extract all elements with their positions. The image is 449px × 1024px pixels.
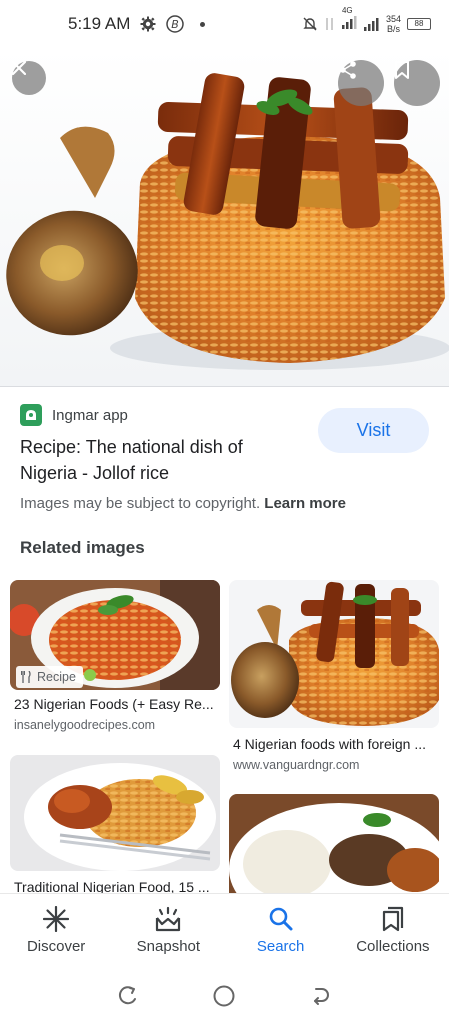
nav-snapshot-label: Snapshot [136,938,201,955]
related-image-card[interactable] [229,794,439,893]
hero-image[interactable] [0,48,449,386]
related-image-card[interactable]: Traditional Nigerian Food, 15 ... [10,755,220,893]
related-image-source: www.vanguardngr.com [233,758,360,772]
nav-snapshot[interactable]: Snapshot [112,894,224,967]
signal-bars-2-icon [363,18,379,31]
data-transfer-icon [326,18,333,30]
status-left-icons: B [140,15,206,33]
nav-discover-label: Discover [26,938,86,955]
related-image-thumbnail [229,794,439,893]
signal-bars-icon [341,16,357,29]
home-icon[interactable] [212,984,236,1008]
back-icon[interactable] [310,985,332,1007]
recipe-badge: Recipe [16,666,83,688]
nav-search-label: Search [256,938,305,955]
source-name: Ingmar app [52,406,128,424]
bitcoin-icon: B [166,15,185,33]
battery-icon: 88 [407,18,431,30]
copyright-notice: Images may be subject to copyright. Lear… [20,495,346,512]
nav-collections-label: Collections [356,938,430,955]
network-type: 4G [341,6,353,15]
bookmark-icon [395,61,409,79]
related-image-title: Traditional Nigerian Food, 15 ... [14,879,210,893]
nigerian-meal-photo [229,794,439,893]
related-image-title: 4 Nigerian foods with foreign ... [233,736,426,752]
hero-divider [0,386,449,387]
related-image-thumbnail [229,580,439,728]
related-image-card[interactable]: 4 Nigerian foods with foreign ... www.va… [229,580,439,780]
related-images-heading: Related images [20,538,145,557]
snapshot-icon [156,906,181,932]
jollof-rice-plantain-photo [229,580,439,728]
system-navigation-bar [0,967,449,1024]
save-button[interactable] [394,60,440,106]
net-speed-value: 354 [385,14,401,24]
close-icon [12,61,26,75]
nav-search[interactable]: Search [225,894,337,967]
related-image-thumbnail [10,755,220,871]
copyright-text: Images may be subject to copyright. [20,495,261,512]
app-logo-icon [26,410,36,420]
status-time: 5:19 AM [68,14,131,33]
close-button[interactable] [12,61,46,95]
fork-knife-icon [21,671,31,683]
search-icon [269,907,293,931]
jollof-rice-photo [6,73,449,370]
net-speed-unit: B/s [386,24,400,34]
visit-button[interactable]: Visit [318,408,429,453]
source-row[interactable]: Ingmar app [20,404,128,426]
mute-notifications-icon [303,17,317,31]
notification-dot [200,21,206,27]
status-bar: 5:19 AM B 4G 354 B/s 88 [0,0,449,48]
nav-collections[interactable]: Collections [337,894,449,967]
signal-4g: 4G [341,6,358,34]
net-speed: 354 B/s [386,14,401,34]
settings-icon [140,16,156,32]
related-image-thumbnail: Recipe [10,580,220,690]
learn-more-link[interactable]: Learn more [264,495,346,512]
source-favicon [20,404,42,426]
bottom-navigation: Discover Snapshot Search Collections [0,893,449,967]
nav-discover[interactable]: Discover [0,894,112,967]
related-image-source: insanelygoodrecipes.com [14,718,156,732]
share-button[interactable] [338,60,384,106]
status-right-icons: 4G 354 B/s 88 [302,6,431,34]
related-image-card[interactable]: Recipe 23 Nigerian Foods (+ Easy Re... i… [10,580,220,740]
svg-text:B: B [172,18,180,31]
recent-apps-icon[interactable] [117,985,139,1007]
asterisk-icon [43,906,70,932]
jollof-chicken-plate-photo [10,755,220,871]
collections-icon [382,906,403,932]
recipe-badge-label: Recipe [37,670,76,684]
share-icon [340,61,356,79]
result-title[interactable]: Recipe: The national dish of Nigeria - J… [20,434,295,486]
related-image-title: 23 Nigerian Foods (+ Easy Re... [14,696,214,712]
